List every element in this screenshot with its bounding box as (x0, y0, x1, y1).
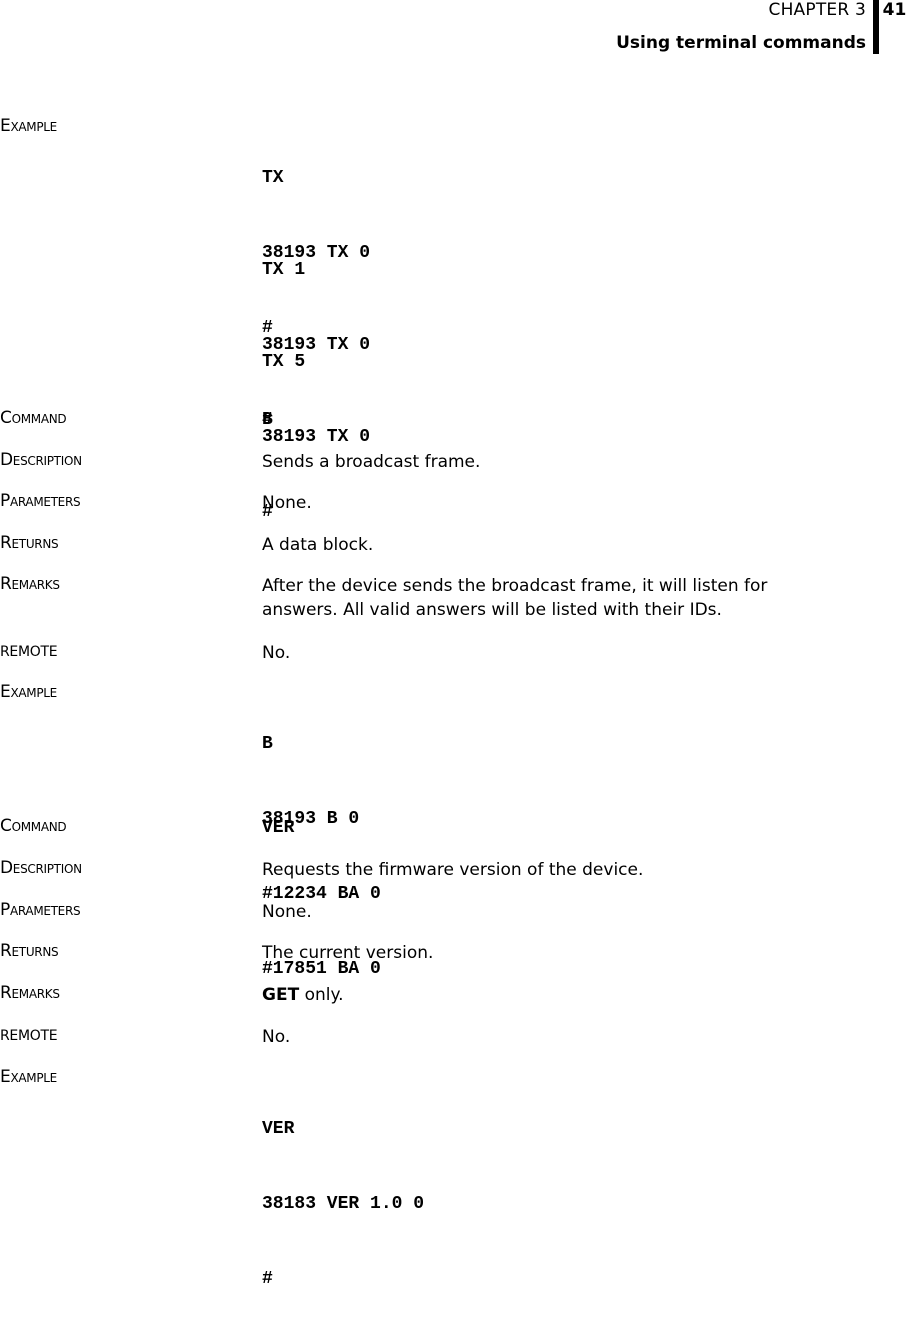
code-line: TX 1 (262, 260, 306, 280)
remote-label: REMOTE (0, 644, 58, 660)
command-name: B (262, 410, 273, 430)
code-line: B (262, 734, 273, 754)
remarks-keyword: GET (262, 985, 300, 1005)
page-number: 41 (882, 0, 907, 20)
remarks-value: GET only. (262, 983, 842, 1007)
code-block: B 38193 B 0 #12234 BA 0 #17851 BA 0 (262, 682, 381, 1032)
remarks-text: only. (299, 985, 344, 1005)
parameters-value: None. (262, 493, 312, 513)
returns-value: A data block. (262, 535, 374, 555)
example-label: Example (0, 116, 57, 136)
parameters-value: None. (262, 902, 312, 922)
code-block: VER 38183 VER 1.0 0 # (262, 1067, 424, 1342)
example-label: Example (0, 1067, 57, 1087)
description-value: Sends a broadcast frame. (262, 452, 481, 472)
parameters-label: Parameters (0, 491, 81, 511)
example-label: Example (0, 682, 57, 702)
description-label: Description (0, 858, 82, 878)
returns-value: The current version. (262, 943, 434, 963)
command-name: VER (262, 818, 295, 838)
remarks-line: After the device sends the broadcast fra… (262, 576, 768, 596)
remarks-label: Remarks (0, 574, 60, 594)
returns-label: Returns (0, 941, 59, 961)
code-line: 38193 TX 0 (262, 427, 371, 447)
code-line: TX 5 (262, 352, 306, 372)
code-line: # (262, 1269, 273, 1289)
code-line: TX (262, 168, 284, 188)
command-label: Command (0, 816, 67, 836)
remarks-label: Remarks (0, 983, 60, 1003)
remarks-value: After the device sends the broadcast fra… (262, 574, 842, 622)
description-value: Requests the firmware version of the dev… (262, 860, 644, 880)
remote-value: No. (262, 1027, 291, 1047)
parameters-label: Parameters (0, 900, 81, 920)
remarks-line: answers. All valid answers will be liste… (262, 600, 722, 620)
code-line: VER (262, 1119, 295, 1139)
command-label: Command (0, 408, 67, 428)
header-divider (873, 0, 879, 54)
chapter-label: CHAPTER 3 (768, 0, 866, 20)
returns-label: Returns (0, 533, 59, 553)
remote-value: No. (262, 643, 291, 663)
section-title: Using terminal commands (616, 33, 866, 53)
code-line: 38183 VER 1.0 0 (262, 1194, 425, 1214)
remote-label: REMOTE (0, 1028, 58, 1044)
description-label: Description (0, 450, 82, 470)
